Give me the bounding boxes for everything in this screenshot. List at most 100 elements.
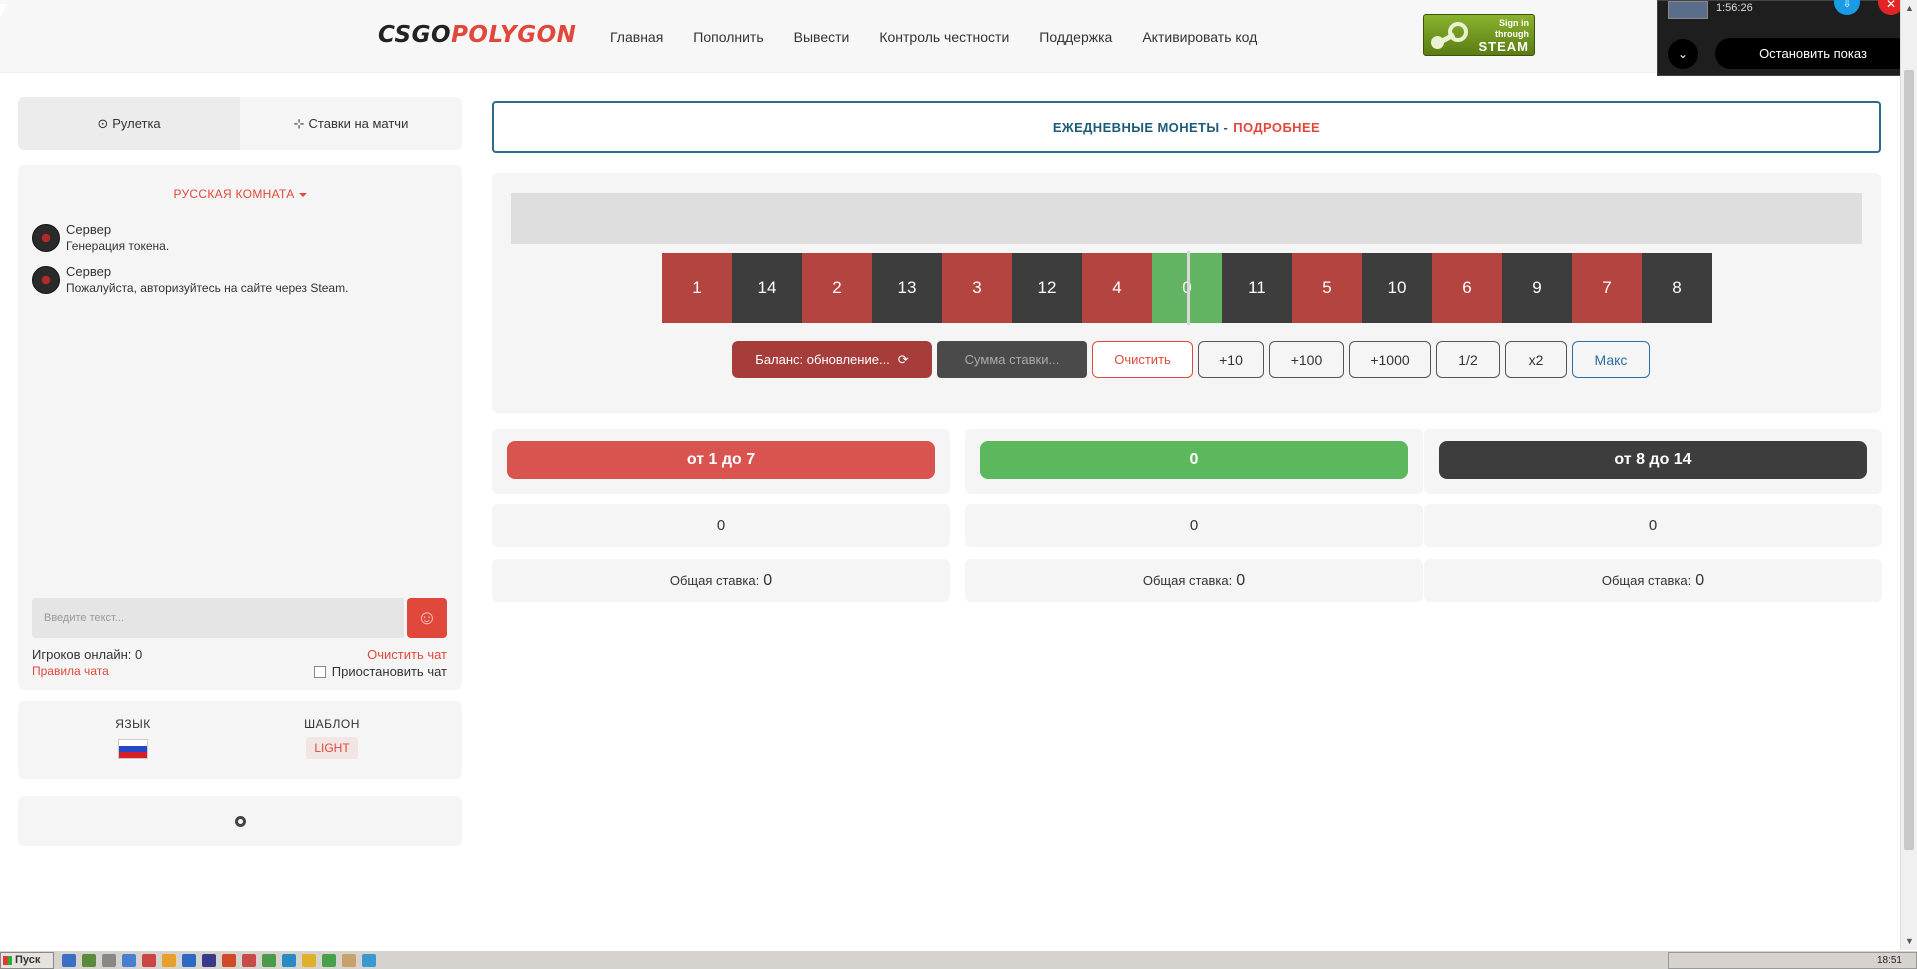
- circle-icon[interactable]: [234, 815, 246, 827]
- max-button[interactable]: Макс: [1572, 341, 1650, 378]
- chat-panel: РУССКАЯ КОМНАТА Сервер Генерация токена.…: [18, 165, 462, 690]
- roulette-cell: 7: [1572, 253, 1642, 323]
- taskbar-app-icon[interactable]: [302, 954, 316, 967]
- roulette-cell: 11: [1222, 253, 1292, 323]
- roulette-cell: 9: [1502, 253, 1572, 323]
- taskbar-app-icon[interactable]: [322, 954, 336, 967]
- page-scrollbar[interactable]: ▲ ▼: [1900, 0, 1917, 950]
- room-selector[interactable]: РУССКАЯ КОМНАТА: [18, 187, 462, 201]
- scroll-down-icon[interactable]: ▼: [1901, 933, 1917, 950]
- nav-provably-fair[interactable]: Контроль честности: [879, 29, 1009, 45]
- taskbar-app-icon[interactable]: [102, 954, 116, 967]
- chat-message: Сервер Генерация токена.: [32, 222, 169, 255]
- stop-sharing-button[interactable]: Остановить показ: [1715, 38, 1911, 69]
- system-tray: 18:51: [1668, 952, 1917, 969]
- page: CSGOPOLYGON Главная Пополнить Вывести Ко…: [0, 0, 1900, 950]
- scroll-thumb[interactable]: [1904, 70, 1914, 850]
- emoji-button[interactable]: ☺: [407, 598, 447, 638]
- taskbar-app-icon[interactable]: [342, 954, 356, 967]
- balance-button[interactable]: Баланс: обновление... ⟳: [732, 341, 932, 378]
- bet-red-button[interactable]: от 1 до 7: [507, 441, 935, 479]
- roulette-icon: ⊙: [97, 115, 109, 131]
- taskbar-app-icon[interactable]: [362, 954, 376, 967]
- taskbar-app-icon[interactable]: [162, 954, 176, 967]
- share-download-icon[interactable]: ⇩: [1834, 0, 1860, 15]
- bet-controls: Баланс: обновление... ⟳ Сумма ставки... …: [732, 341, 1650, 378]
- scroll-up-icon[interactable]: ▲: [1901, 0, 1917, 17]
- site-logo[interactable]: CSGOPOLYGON: [378, 22, 576, 48]
- balance-text: Баланс: обновление...: [755, 352, 890, 367]
- roulette-cell: 14: [732, 253, 802, 323]
- screen-share-overlay: 1:56:26 ⇩ ✕ ⌄ Остановить показ: [1657, 0, 1917, 76]
- taskbar-app-icon[interactable]: [282, 954, 296, 967]
- bet-total-label: Общая ставка:: [1601, 573, 1692, 588]
- start-button[interactable]: Пуск: [0, 952, 54, 969]
- bet-total: Общая ставка: 0: [965, 559, 1423, 602]
- tab-roulette[interactable]: ⊙ Рулетка: [18, 97, 240, 150]
- steam-signin-button[interactable]: Sign in through STEAM: [1423, 14, 1535, 56]
- roulette-cell: 10: [1362, 253, 1432, 323]
- bet-head: от 8 до 14: [1424, 429, 1882, 494]
- roulette-cell: 12: [1012, 253, 1082, 323]
- nav-redeem-code[interactable]: Активировать код: [1142, 29, 1257, 45]
- nav-support[interactable]: Поддержка: [1039, 29, 1112, 45]
- template-setting: ШАБЛОН LIGHT: [272, 717, 392, 759]
- settings-panel: ЯЗЫК ШАБЛОН LIGHT: [18, 701, 462, 779]
- quick-launch-icons: [62, 954, 376, 967]
- bet-black-button[interactable]: от 8 до 14: [1439, 441, 1867, 479]
- chat-rules-link[interactable]: Правила чата: [32, 664, 109, 678]
- bet-count: 0: [1424, 504, 1882, 547]
- clear-chat-link[interactable]: Очистить чат: [367, 647, 447, 662]
- nav-deposit[interactable]: Пополнить: [693, 29, 763, 45]
- pause-chat-toggle[interactable]: Приостановить чат: [313, 664, 447, 679]
- clear-bet-button[interactable]: Очистить: [1092, 341, 1193, 378]
- taskbar-app-icon[interactable]: [262, 954, 276, 967]
- bet-total-value: 0: [1236, 571, 1246, 589]
- taskbar-app-icon[interactable]: [62, 954, 76, 967]
- taskbar-app-icon[interactable]: [142, 954, 156, 967]
- taskbar-app-icon[interactable]: [122, 954, 136, 967]
- chevron-down-icon[interactable]: ⌄: [1668, 39, 1698, 69]
- main-nav: Главная Пополнить Вывести Контроль честн…: [610, 0, 1287, 73]
- taskbar-app-icon[interactable]: [182, 954, 196, 967]
- add-10-button[interactable]: +10: [1198, 341, 1264, 378]
- russian-flag-icon[interactable]: [118, 739, 148, 759]
- bet-amount-input[interactable]: Сумма ставки...: [937, 341, 1087, 378]
- taskbar-app-icon[interactable]: [242, 954, 256, 967]
- clock: 18:51: [1876, 955, 1902, 966]
- message-author: Сервер: [66, 222, 112, 237]
- steam-signin-text: Sign in through STEAM: [1470, 18, 1534, 54]
- refresh-icon: ⟳: [897, 351, 909, 367]
- steam-line-3: STEAM: [1478, 39, 1529, 54]
- template-label: ШАБЛОН: [304, 717, 360, 731]
- bet-green-button[interactable]: 0: [980, 441, 1408, 479]
- pause-chat-checkbox[interactable]: [313, 665, 326, 678]
- logo-part-2: POLYGON: [451, 22, 577, 48]
- steam-line-1: Sign in: [1499, 18, 1529, 28]
- tab-match-bets[interactable]: ⊹ Ставки на матчи: [240, 97, 462, 150]
- bet-column-black: от 8 до 14 0 Общая ставка: 0: [1424, 429, 1882, 602]
- chat-message: Сервер Пожалуйста, авторизуйтесь на сайт…: [32, 264, 348, 297]
- add-100-button[interactable]: +100: [1269, 341, 1344, 378]
- half-button[interactable]: 1/2: [1436, 341, 1500, 378]
- game-tabs: ⊙ Рулетка ⊹ Ставки на матчи: [18, 97, 462, 150]
- template-light-button[interactable]: LIGHT: [306, 737, 358, 759]
- language-label: ЯЗЫК: [115, 717, 151, 731]
- double-button[interactable]: x2: [1505, 341, 1567, 378]
- daily-coins-banner[interactable]: ЕЖЕДНЕВНЫЕ МОНЕТЫ - ПОДРОБНЕЕ: [492, 101, 1881, 153]
- add-1000-button[interactable]: +1000: [1349, 341, 1431, 378]
- nav-withdraw[interactable]: Вывести: [794, 29, 850, 45]
- share-thumbnail: [1668, 1, 1708, 19]
- bet-count: 0: [492, 504, 950, 547]
- banner-more-link[interactable]: ПОДРОБНЕЕ: [1233, 120, 1320, 135]
- taskbar-app-icon[interactable]: [202, 954, 216, 967]
- chat-input[interactable]: Введите текст...: [32, 598, 404, 638]
- taskbar-app-icon[interactable]: [222, 954, 236, 967]
- roulette-cell: 6: [1432, 253, 1502, 323]
- banner-text: ЕЖЕДНЕВНЫЕ МОНЕТЫ -: [1052, 119, 1229, 135]
- roulette-pointer: [1187, 251, 1190, 325]
- roulette-cell: 2: [802, 253, 872, 323]
- taskbar-app-icon[interactable]: [82, 954, 96, 967]
- roulette-cell: 4: [1082, 253, 1152, 323]
- nav-home[interactable]: Главная: [610, 29, 663, 45]
